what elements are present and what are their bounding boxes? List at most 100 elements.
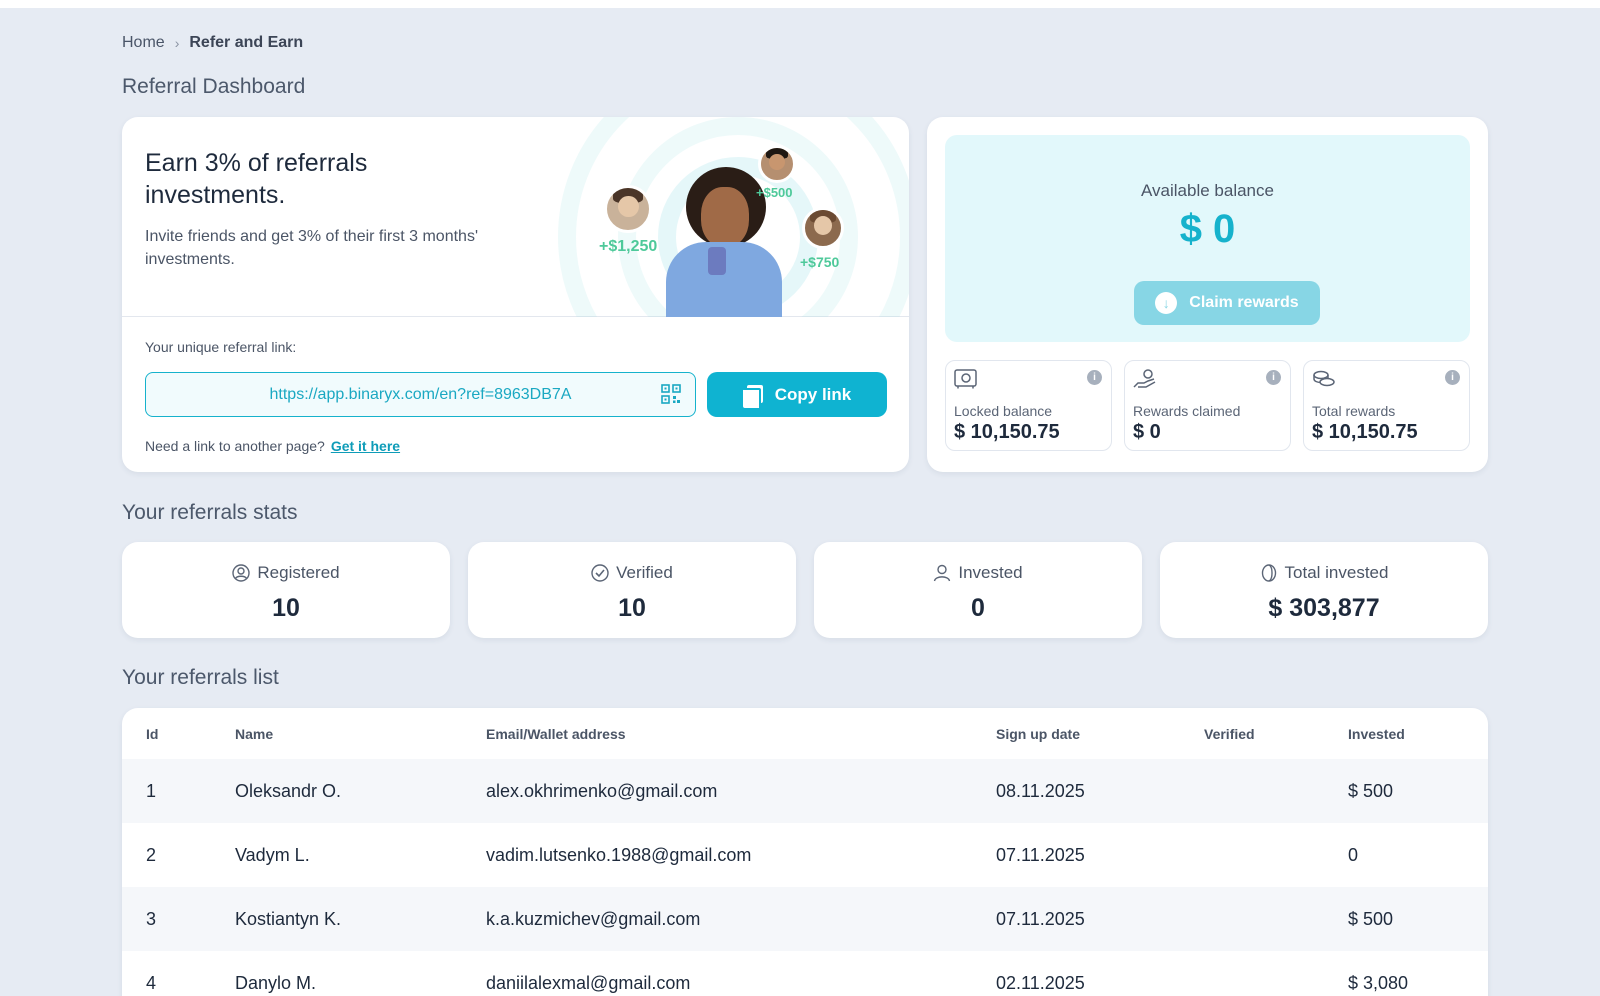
cell-date: 07.11.2025 — [996, 844, 1085, 865]
locked-balance-card: i Locked balance $ 10,150.75 — [945, 360, 1112, 451]
available-balance-panel: Available balance $ 0 ↓ Claim rewards — [945, 135, 1470, 342]
list-title: Your referrals list — [122, 666, 279, 689]
referral-link-field[interactable]: https://app.binaryx.com/en?ref=8963DB7A — [145, 372, 696, 417]
page-title: Referral Dashboard — [122, 75, 306, 98]
coin-icon — [1261, 564, 1276, 582]
cell-id: 3 — [146, 908, 157, 929]
referral-link-label: Your unique referral link: — [145, 339, 297, 355]
info-icon[interactable]: i — [1445, 370, 1460, 385]
copy-icon — [742, 384, 763, 408]
locked-balance-value: $ 10,150.75 — [954, 421, 1060, 443]
earn-banner: Earn 3% of referrals investments. Invite… — [122, 117, 909, 317]
cell-name: Danylo M. — [235, 972, 317, 993]
total-rewards-value: $ 10,150.75 — [1312, 421, 1418, 443]
column-header-invested[interactable]: Invested — [1348, 708, 1405, 759]
cell-email: vadim.lutsenko.1988@gmail.com — [486, 844, 752, 865]
avatar-man-left — [604, 185, 652, 233]
check-badge-icon — [591, 564, 609, 582]
stats-title: Your referrals stats — [122, 501, 298, 524]
rewards-claimed-label: Rewards claimed — [1133, 403, 1241, 419]
total-rewards-label: Total rewards — [1312, 403, 1396, 419]
cell-name: Kostiantyn K. — [235, 908, 342, 929]
locked-balance-label: Locked balance — [954, 403, 1053, 419]
cell-date: 02.11.2025 — [996, 972, 1085, 993]
column-header-name[interactable]: Name — [235, 708, 273, 759]
earn-heading: Earn 3% of referrals investments. — [145, 149, 368, 209]
breadcrumb: Home › Refer and Earn — [122, 34, 303, 52]
earn-card: Earn 3% of referrals investments. Invite… — [122, 117, 909, 472]
coins-icon — [1313, 370, 1335, 387]
cell-invested: 0 — [1348, 844, 1359, 865]
available-balance-label: Available balance — [1141, 181, 1274, 200]
stat-total-invested: Total invested $ 303,877 — [1160, 542, 1488, 638]
cell-name: Vadym L. — [235, 844, 310, 865]
cell-id: 2 — [146, 844, 157, 865]
table-row[interactable]: 3 Kostiantyn K. k.a.kuzmichev@gmail.com … — [122, 887, 1488, 951]
breadcrumb-current: Refer and Earn — [189, 34, 304, 51]
available-balance-value: $ 0 — [1179, 207, 1236, 251]
breadcrumb-separator: › — [174, 35, 180, 51]
hand-coin-icon — [1133, 369, 1156, 388]
info-icon[interactable]: i — [1266, 370, 1281, 385]
another-page-text: Need a link to another page? Get it here — [145, 438, 400, 454]
safe-icon — [954, 369, 977, 389]
cell-email: daniilalexmal@gmail.com — [486, 972, 691, 993]
stat-verified-label: Verified — [616, 563, 673, 582]
copy-link-label: Copy link — [774, 384, 852, 404]
stat-registered-label: Registered — [257, 563, 340, 582]
cell-name: Oleksandr O. — [235, 780, 342, 801]
bonus-label-right: +$750 — [800, 254, 840, 270]
breadcrumb-home[interactable]: Home — [122, 34, 165, 52]
cell-email: alex.okhrimenko@gmail.com — [486, 780, 718, 801]
user-icon — [934, 564, 951, 582]
woman-face — [701, 187, 749, 247]
table-row[interactable]: 1 Oleksandr O. alex.okhrimenko@gmail.com… — [122, 759, 1488, 823]
info-icon[interactable]: i — [1087, 370, 1102, 385]
referrals-table: Id Name Email/Wallet address Sign up dat… — [122, 708, 1488, 996]
get-it-here-link[interactable]: Get it here — [331, 438, 400, 454]
rewards-claimed-value: $ 0 — [1133, 421, 1161, 443]
avatar-man-top — [758, 145, 796, 183]
copy-link-button[interactable]: Copy link — [707, 372, 887, 417]
cell-id: 1 — [146, 780, 157, 801]
table-row[interactable]: 4 Danylo M. daniilalexmal@gmail.com 02.1… — [122, 951, 1488, 996]
cell-id: 4 — [146, 972, 157, 993]
another-page-question: Need a link to another page? — [145, 438, 325, 454]
stat-total-invested-label: Total invested — [1284, 563, 1389, 582]
cell-invested: $ 3,080 — [1348, 972, 1409, 993]
claim-rewards-label: Claim rewards — [1189, 294, 1299, 311]
table-row[interactable]: 2 Vadym L. vadim.lutsenko.1988@gmail.com… — [122, 823, 1488, 887]
stat-total-invested-value: $ 303,877 — [1268, 594, 1380, 622]
table-header: Id Name Email/Wallet address Sign up dat… — [122, 708, 1488, 759]
cell-date: 07.11.2025 — [996, 908, 1085, 929]
cell-invested: $ 500 — [1348, 908, 1394, 929]
column-header-id[interactable]: Id — [146, 708, 158, 759]
avatar-woman-right — [802, 207, 844, 249]
bonus-label-left: +$1,250 — [599, 238, 658, 255]
stat-invested-label: Invested — [958, 563, 1023, 582]
stat-invested-value: 0 — [971, 594, 985, 622]
referral-link-text: https://app.binaryx.com/en?ref=8963DB7A — [269, 385, 572, 403]
arrow-down-icon: ↓ — [1155, 292, 1178, 314]
stat-registered-value: 10 — [272, 594, 300, 622]
qr-code-icon[interactable] — [661, 384, 681, 404]
column-header-verified[interactable]: Verified — [1204, 708, 1255, 759]
cell-date: 08.11.2025 — [996, 780, 1085, 801]
referral-illustration: +$1,250 +$500 +$750 — [538, 117, 909, 317]
column-header-date[interactable]: Sign up date — [996, 708, 1080, 759]
top-bar — [0, 0, 1600, 8]
balance-card: Available balance $ 0 ↓ Claim rewards i … — [927, 117, 1488, 472]
column-header-email[interactable]: Email/Wallet address — [486, 708, 626, 759]
cell-invested: $ 500 — [1348, 780, 1394, 801]
stat-registered: Registered 10 — [122, 542, 450, 638]
earn-subtext: Invite friends and get 3% of their first… — [145, 228, 478, 268]
total-rewards-card: i Total rewards $ 10,150.75 — [1303, 360, 1470, 451]
cell-email: k.a.kuzmichev@gmail.com — [486, 908, 701, 929]
stat-verified-value: 10 — [618, 594, 646, 622]
stat-invested: Invested 0 — [814, 542, 1142, 638]
stat-verified: Verified 10 — [468, 542, 796, 638]
bonus-label-top: +$500 — [756, 185, 793, 200]
claim-rewards-button[interactable]: ↓ Claim rewards — [1134, 281, 1320, 325]
phone-icon — [708, 247, 726, 275]
rewards-claimed-card: i Rewards claimed $ 0 — [1124, 360, 1291, 451]
